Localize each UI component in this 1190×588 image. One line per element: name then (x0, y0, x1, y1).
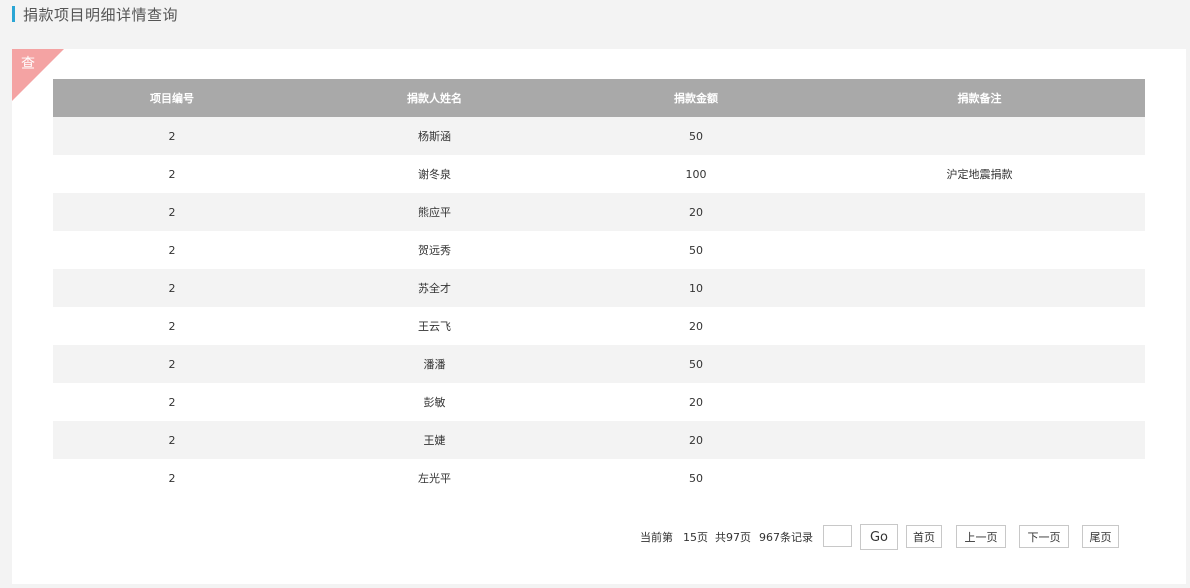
page-title: 捐款项目明细详情查询 (23, 5, 179, 24)
current-page-label: 当前第 (640, 531, 673, 544)
cell-project-id: 2 (53, 383, 291, 421)
table-row: 2 苏全才 10 (53, 269, 1145, 307)
table-row: 2 潘潘 50 (53, 345, 1145, 383)
cell-amount: 50 (578, 231, 814, 269)
go-button[interactable]: Go (860, 524, 898, 550)
column-header-donor-name: 捐款人姓名 (291, 79, 578, 117)
cell-project-id: 2 (53, 155, 291, 193)
cell-note: 沪定地震捐款 (814, 155, 1145, 193)
cell-note (814, 231, 1145, 269)
cell-amount: 10 (578, 269, 814, 307)
total-records-text: 967条记录 (759, 531, 813, 544)
table-row: 2 王婕 20 (53, 421, 1145, 459)
cell-amount: 50 (578, 117, 814, 155)
cell-project-id: 2 (53, 459, 291, 497)
table-row: 2 贺远秀 50 (53, 231, 1145, 269)
cell-note (814, 117, 1145, 155)
cell-donor-name: 左光平 (291, 459, 578, 497)
cell-project-id: 2 (53, 345, 291, 383)
cell-note (814, 193, 1145, 231)
cell-donor-name: 杨斯涵 (291, 117, 578, 155)
page-number-input[interactable] (823, 525, 852, 547)
title-accent-bar (12, 6, 15, 22)
column-header-amount: 捐款金额 (578, 79, 814, 117)
pagination-bar: 当前第 15页 共97页 967条记录 Go 首页 上一页 下一页 尾页 (12, 524, 1186, 550)
next-page-button[interactable]: 下一页 (1019, 525, 1069, 548)
table-row: 2 熊应平 20 (53, 193, 1145, 231)
cell-amount: 100 (578, 155, 814, 193)
cell-note (814, 459, 1145, 497)
cell-donor-name: 王云飞 (291, 307, 578, 345)
table-header-row: 项目编号 捐款人姓名 捐款金额 捐款备注 (53, 79, 1145, 117)
cell-amount: 50 (578, 345, 814, 383)
corner-badge-label: 查 (21, 56, 35, 72)
cell-donor-name: 潘潘 (291, 345, 578, 383)
cell-donor-name: 彭敏 (291, 383, 578, 421)
page-header: 捐款项目明细详情查询 (12, 4, 178, 24)
cell-project-id: 2 (53, 269, 291, 307)
cell-amount: 20 (578, 421, 814, 459)
table-row: 2 杨斯涵 50 (53, 117, 1145, 155)
cell-project-id: 2 (53, 231, 291, 269)
cell-project-id: 2 (53, 307, 291, 345)
total-pages-text: 共97页 (715, 531, 751, 544)
cell-donor-name: 熊应平 (291, 193, 578, 231)
table-row: 2 左光平 50 (53, 459, 1145, 497)
current-page-value: 15页 (683, 531, 708, 544)
table-row: 2 谢冬泉 100 沪定地震捐款 (53, 155, 1145, 193)
table-row: 2 彭敏 20 (53, 383, 1145, 421)
cell-note (814, 421, 1145, 459)
prev-page-button[interactable]: 上一页 (956, 525, 1006, 548)
cell-donor-name: 谢冬泉 (291, 155, 578, 193)
cell-note (814, 307, 1145, 345)
first-page-button[interactable]: 首页 (906, 525, 942, 548)
cell-amount: 20 (578, 193, 814, 231)
cell-note (814, 345, 1145, 383)
cell-note (814, 269, 1145, 307)
cell-donor-name: 贺远秀 (291, 231, 578, 269)
table-row: 2 王云飞 20 (53, 307, 1145, 345)
cell-amount: 20 (578, 307, 814, 345)
cell-donor-name: 王婕 (291, 421, 578, 459)
cell-project-id: 2 (53, 193, 291, 231)
cell-amount: 20 (578, 383, 814, 421)
content-panel: 查 项目编号 捐款人姓名 捐款金额 捐款备注 2 杨斯涵 50 2 谢冬泉 10… (12, 49, 1186, 584)
cell-project-id: 2 (53, 117, 291, 155)
donation-table: 项目编号 捐款人姓名 捐款金额 捐款备注 2 杨斯涵 50 2 谢冬泉 100 … (53, 79, 1145, 497)
column-header-note: 捐款备注 (814, 79, 1145, 117)
cell-donor-name: 苏全才 (291, 269, 578, 307)
column-header-project-id: 项目编号 (53, 79, 291, 117)
cell-project-id: 2 (53, 421, 291, 459)
last-page-button[interactable]: 尾页 (1082, 525, 1119, 548)
cell-note (814, 383, 1145, 421)
cell-amount: 50 (578, 459, 814, 497)
